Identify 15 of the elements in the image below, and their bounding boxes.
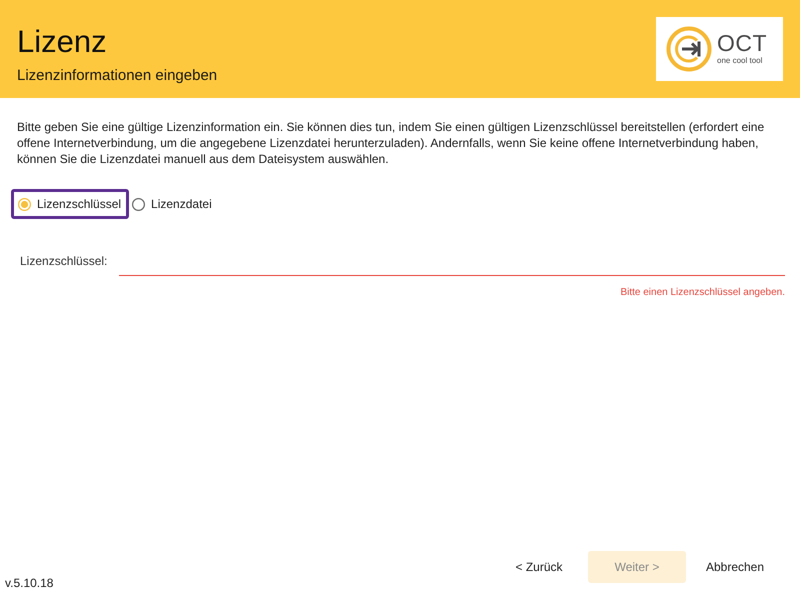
version-text: v.5.10.18 bbox=[4, 575, 54, 592]
radio-empty-icon[interactable] bbox=[132, 198, 146, 210]
back-button[interactable]: < Zurück bbox=[490, 551, 588, 583]
error-message: Bitte einen Lizenzschlüssel angeben. bbox=[620, 286, 785, 300]
description-text: Bitte geben Sie eine gültige Lizenzinformation ein. Sie können dies tun, indem Sie einen gültigen Lizenzschlüssel bereitstellen (erfordert eine offene Internetverbindung, um die angegebene Lizenzdatei herunterzuladen). Andernfalls, wenn Sie keine offene Internetverbindung haben, können Sie die Lizenzdatei manuell aus dem Dateisystem auswählen. bbox=[17, 119, 766, 167]
radio-option[interactable]: Lizenzschlüssel bbox=[11, 189, 130, 219]
logo-icon bbox=[666, 26, 712, 72]
logo-wordmark: OCT bbox=[717, 32, 768, 54]
field-label: Lizenzschlüssel: bbox=[20, 253, 108, 270]
page-title: Lizenz bbox=[17, 24, 108, 60]
cancel-button[interactable]: Abbrechen bbox=[686, 551, 784, 583]
radio-option[interactable]: Lizenzdatei bbox=[129, 189, 220, 219]
page-subtitle: Lizenzinformationen eingeben bbox=[17, 66, 218, 86]
radio-selected-icon[interactable] bbox=[18, 198, 31, 210]
logo-tagline: one cool tool bbox=[717, 56, 764, 66]
